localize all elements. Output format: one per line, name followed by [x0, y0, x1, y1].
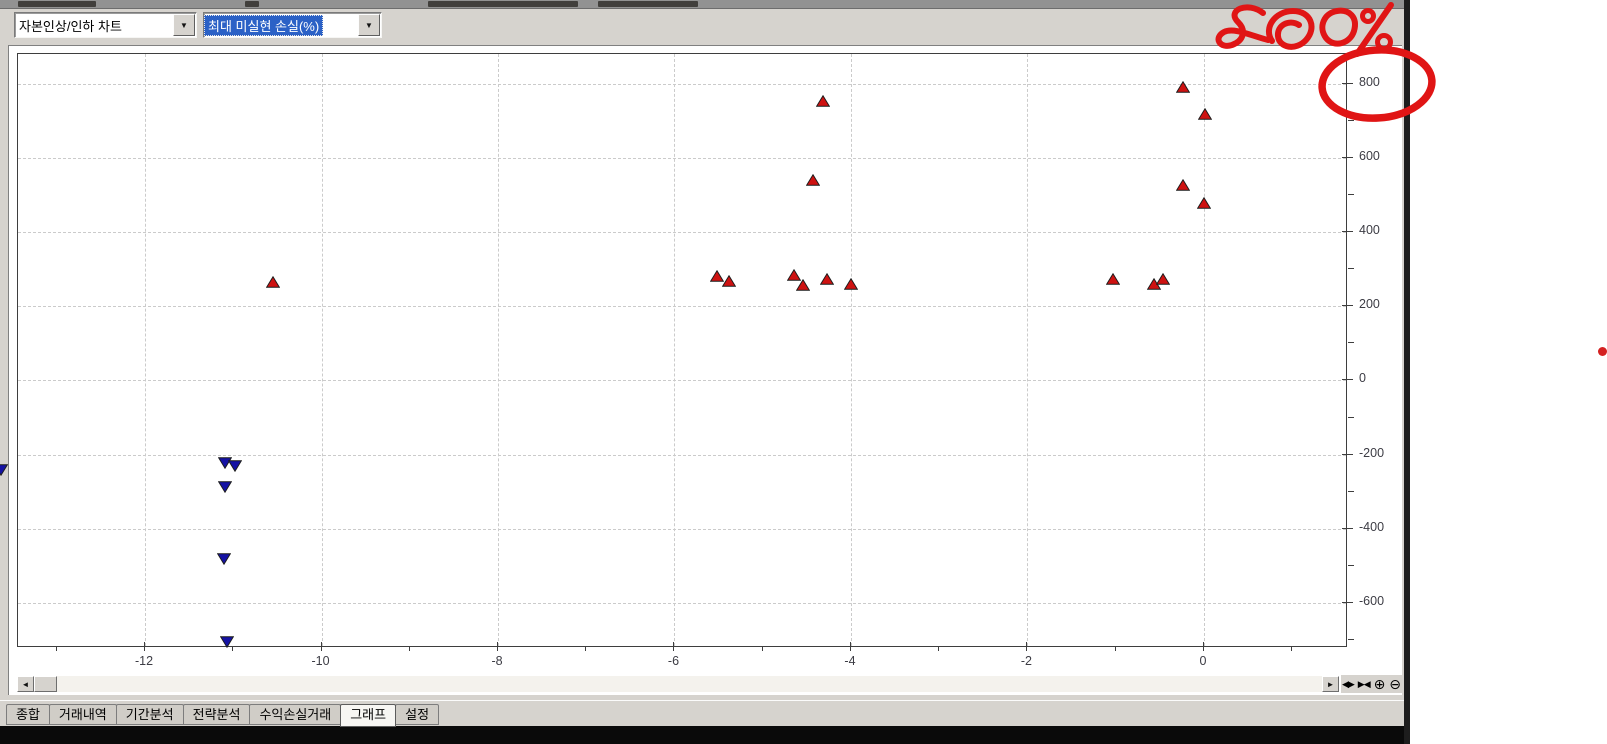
expand-horizontal-icon[interactable]: ◀▶: [1342, 680, 1354, 689]
collapse-horizontal-icon[interactable]: ▶◀: [1358, 680, 1370, 689]
y-axis-minor-tick: [1348, 268, 1354, 269]
y-axis-tick-label: -600: [1359, 594, 1384, 608]
y-axis-minor-tick: [1348, 491, 1354, 492]
data-point-up: [844, 277, 858, 289]
y-axis-minor-tick: [1348, 565, 1354, 566]
data-point-down: [0, 463, 8, 475]
data-point-up: [1176, 178, 1190, 190]
tab-item[interactable]: 전략분석: [183, 704, 251, 725]
points-layer: [18, 54, 1346, 646]
tab-item[interactable]: 기간분석: [116, 704, 184, 725]
tab-item[interactable]: 종합: [6, 704, 50, 725]
data-point-up: [266, 275, 280, 287]
horizontal-scrollbar[interactable]: ◄ ►: [17, 676, 1339, 692]
plot-area: [17, 53, 1347, 647]
scrollbar-thumb[interactable]: [34, 676, 57, 692]
y-axis-minor-tick: [1348, 120, 1354, 121]
metric-select[interactable]: 최대 미실현 손실(%) ▼: [203, 12, 382, 38]
cutoff-title-text: [598, 1, 698, 7]
x-axis-minor-tick: [762, 647, 763, 651]
x-axis-minor-tick: [1291, 647, 1292, 651]
cutoff-title-text: [245, 1, 259, 7]
y-axis-tick-label: 800: [1359, 75, 1380, 89]
x-axis-tick-label: 0: [1178, 654, 1228, 668]
x-axis-minor-tick: [585, 647, 586, 651]
data-point-up: [820, 272, 834, 284]
data-point-up: [1106, 272, 1120, 284]
metric-value: 최대 미실현 손실(%): [204, 15, 323, 36]
zoom-in-icon[interactable]: ⊕: [1374, 677, 1386, 691]
chevron-down-icon[interactable]: ▼: [358, 14, 380, 36]
x-axis-tick-label: -8: [472, 654, 522, 668]
y-axis-minor-tick: [1348, 639, 1354, 640]
chart-type-value: 자본인상/인하 차트: [15, 15, 126, 36]
data-point-up: [722, 274, 736, 286]
data-point-down: [220, 635, 234, 647]
x-axis-tick-label: -4: [825, 654, 875, 668]
data-point-down: [228, 459, 242, 471]
chart-nav-toolbar: ◀▶ ▶◀ ⊕ ⊖: [1341, 675, 1402, 693]
x-axis-tick-label: -2: [1001, 654, 1051, 668]
tab-item[interactable]: 그래프: [340, 704, 396, 727]
app-window: 자본인상/인하 차트 ▼ 최대 미실현 손실(%) ▼ -12 -10 -8 -6 -4…: [0, 0, 1410, 744]
x-axis-tick-label: -12: [119, 654, 169, 668]
data-point-up: [1197, 196, 1211, 208]
bottom-strip: [0, 726, 1410, 744]
y-axis-tick-label: -400: [1359, 520, 1384, 534]
data-point-up: [1156, 272, 1170, 284]
red-dot-mark: [1598, 347, 1607, 356]
chevron-down-icon[interactable]: ▼: [173, 14, 195, 36]
y-axis-tick-label: 400: [1359, 223, 1380, 237]
data-point-up: [796, 278, 810, 290]
cutoff-title-text: [428, 1, 578, 7]
cutoff-title-text: [18, 1, 96, 7]
x-axis-minor-tick: [1115, 647, 1116, 651]
tab-item[interactable]: 설정: [395, 704, 439, 725]
scroll-right-icon[interactable]: ►: [1322, 676, 1339, 692]
data-point-up: [816, 94, 830, 106]
zoom-out-icon[interactable]: ⊖: [1389, 677, 1401, 691]
tab-item[interactable]: 거래내역: [49, 704, 117, 725]
y-axis-tick-label: 600: [1359, 149, 1380, 163]
scroll-left-icon[interactable]: ◄: [17, 676, 34, 692]
data-point-up: [1176, 80, 1190, 92]
y-axis-minor-tick: [1348, 417, 1354, 418]
y-axis-tick-label: 200: [1359, 297, 1380, 311]
toolbar: 자본인상/인하 차트 ▼ 최대 미실현 손실(%) ▼: [0, 9, 1410, 45]
y-axis-tick-label: 0: [1359, 371, 1366, 385]
screenshot-root: 자본인상/인하 차트 ▼ 최대 미실현 손실(%) ▼ -12 -10 -8 -6 -4…: [0, 0, 1607, 744]
y-axis-minor-tick: [1348, 342, 1354, 343]
y-axis-tick-label: -200: [1359, 446, 1384, 460]
tab-item[interactable]: 수익손실거래: [249, 704, 341, 725]
window-right-border: [1404, 0, 1410, 744]
x-axis-tick-label: -6: [648, 654, 698, 668]
x-axis-minor-tick: [409, 647, 410, 651]
data-point-up: [806, 173, 820, 185]
cutoff-titlebar: [0, 0, 1410, 9]
chart-panel: -12 -10 -8 -6 -4 -2 0 800 600 400 200 0 -200 -400 -600…: [8, 45, 1402, 695]
data-point-down: [218, 480, 232, 492]
x-axis-minor-tick: [56, 647, 57, 651]
tab-bar: 종합거래내역기간분석전략분석수익손실거래그래프설정: [0, 700, 1410, 726]
x-axis-minor-tick: [938, 647, 939, 651]
x-axis-tick-label: -10: [296, 654, 346, 668]
y-axis-minor-tick: [1348, 194, 1354, 195]
chart-type-select[interactable]: 자본인상/인하 차트 ▼: [14, 12, 197, 38]
data-point-up: [1198, 107, 1212, 119]
data-point-down: [217, 552, 231, 564]
